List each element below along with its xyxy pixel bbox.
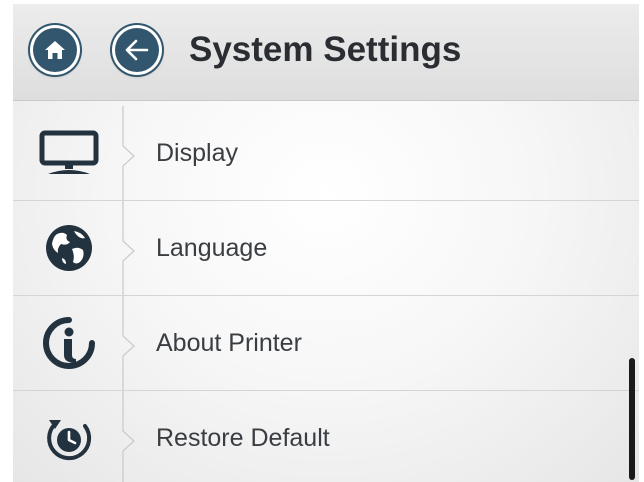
home-button[interactable] (30, 25, 80, 75)
row-divider-chevron (122, 106, 135, 200)
back-arrow-icon (125, 39, 149, 61)
menu-item-display[interactable]: Display (13, 106, 639, 201)
page-title: System Settings (189, 30, 462, 69)
header-bar: System Settings (13, 4, 639, 101)
settings-menu: Display Language About Printer Restore D… (13, 106, 639, 482)
restore-clock-icon (46, 420, 91, 461)
row-divider-chevron (122, 201, 135, 295)
menu-item-label: About Printer (156, 329, 302, 357)
menu-item-restore-default[interactable]: Restore Default (13, 391, 639, 482)
menu-item-label: Language (156, 234, 268, 262)
icon-cell (13, 391, 124, 482)
menu-item-about-printer[interactable]: About Printer (13, 296, 639, 391)
settings-screen: System Settings Display Language About P… (13, 4, 639, 482)
home-icon (45, 41, 65, 59)
icon-cell (13, 201, 124, 295)
icon-cell (13, 106, 124, 200)
monitor-icon (39, 130, 98, 174)
menu-item-language[interactable]: Language (13, 201, 639, 296)
info-icon (42, 317, 95, 369)
menu-item-label: Restore Default (156, 424, 330, 452)
icon-cell (13, 296, 124, 390)
scrollbar-thumb[interactable] (629, 358, 635, 480)
globe-icon (45, 225, 92, 271)
row-divider-chevron (122, 296, 135, 390)
menu-item-label: Display (156, 139, 238, 167)
row-divider-chevron (122, 391, 135, 482)
back-button[interactable] (112, 25, 162, 75)
